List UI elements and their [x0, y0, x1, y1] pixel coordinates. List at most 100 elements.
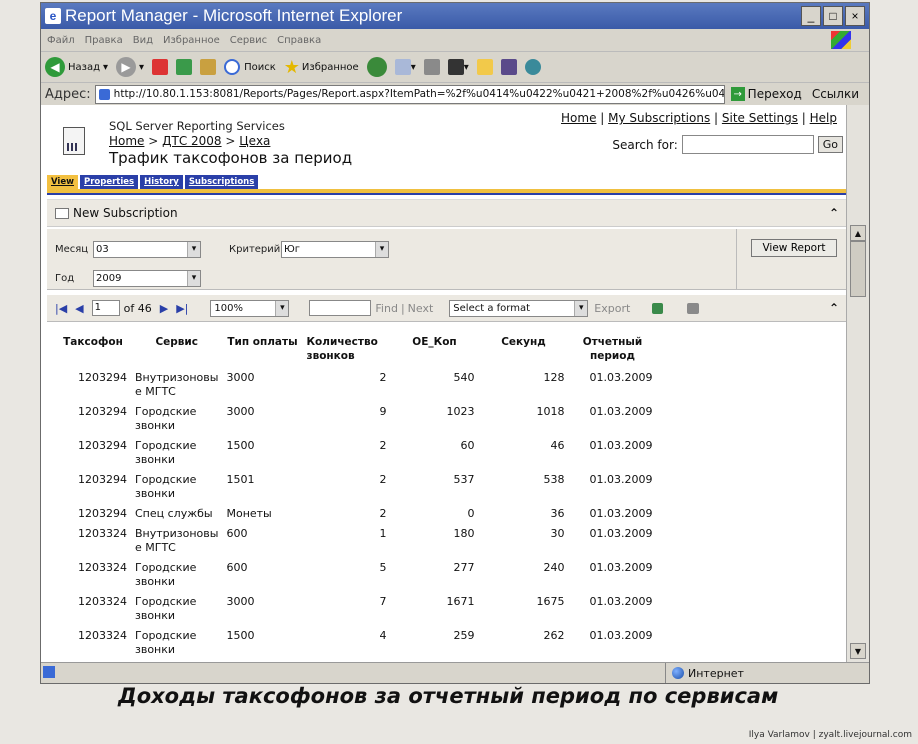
cell: 240	[543, 561, 565, 574]
menu-edit[interactable]: Правка	[85, 35, 123, 46]
refresh-report-icon[interactable]	[652, 302, 664, 314]
table-row: 1203324 Городские звонки 1500 4 259 262 …	[55, 629, 656, 663]
cell: 2	[379, 507, 387, 520]
menu-file[interactable]: Файл	[47, 35, 75, 46]
menu-favorites[interactable]: Избранное	[163, 35, 220, 46]
scroll-up-icon[interactable]: ▲	[850, 225, 866, 241]
mail-button[interactable]: ▾	[394, 59, 416, 75]
cell: 128	[543, 371, 565, 384]
cell: 01.03.2009	[589, 527, 653, 540]
tab-properties[interactable]: Properties	[79, 175, 139, 189]
tab-subscriptions[interactable]: Subscriptions	[184, 175, 259, 189]
criteria-label: Критерий	[229, 244, 281, 255]
find-link[interactable]: Find	[375, 302, 398, 315]
cell: 4	[379, 629, 387, 642]
page-status-icon	[43, 666, 55, 678]
search-input[interactable]	[681, 135, 814, 154]
stop-button[interactable]	[152, 59, 169, 75]
search-go-button[interactable]: Go	[817, 136, 843, 153]
previous-page-icon[interactable]: ◀	[75, 302, 83, 315]
close-button[interactable]: ×	[845, 6, 865, 26]
cell: 36	[550, 507, 565, 520]
tab-history[interactable]: History	[140, 175, 183, 189]
home-button[interactable]	[200, 59, 217, 75]
format-select[interactable]: Select a format	[449, 299, 589, 317]
menu-tools[interactable]: Сервис	[230, 35, 267, 46]
parameters-panel: Месяц 03 Год 2009 Критерий Юг View Repor…	[47, 229, 847, 290]
scroll-down-icon[interactable]: ▼	[850, 643, 866, 659]
back-button[interactable]: ◀ Назад ▾	[45, 57, 108, 77]
vertical-scrollbar[interactable]: ▲ ▼	[846, 105, 869, 663]
zoom-select[interactable]: 100%	[210, 299, 290, 317]
month-select[interactable]: 03	[93, 241, 201, 258]
print-button[interactable]	[423, 59, 440, 75]
collapse-parameters-icon[interactable]: ⌃	[829, 301, 839, 315]
cell: Городские звонки	[135, 629, 197, 656]
messenger-button[interactable]	[524, 59, 541, 75]
help-link[interactable]: Help	[810, 111, 837, 125]
media-button[interactable]	[366, 57, 387, 77]
table-row: 1203294 Внутризоновы е МГТС 3000 2 540 1…	[55, 371, 656, 405]
star-icon: ★	[283, 56, 300, 78]
collapse-toolbar-icon[interactable]: ⌃	[829, 206, 839, 220]
cell: 537	[453, 473, 475, 486]
col-header-service: Сервис	[155, 336, 199, 348]
edit-button[interactable]: ▾	[447, 59, 469, 75]
cell: Городские звонки	[135, 595, 197, 622]
globe-icon	[672, 667, 684, 679]
zone-label: Интернет	[688, 666, 744, 680]
refresh-button[interactable]	[176, 59, 193, 75]
notes-button[interactable]	[476, 59, 493, 75]
page-number-input[interactable]: 1	[91, 300, 120, 316]
scroll-thumb[interactable]	[850, 241, 866, 297]
criteria-select[interactable]: Юг	[281, 241, 389, 258]
cell: 01.03.2009	[589, 439, 653, 452]
refresh-icon	[176, 59, 193, 75]
title-bar: e Report Manager - Microsoft Internet Ex…	[41, 3, 869, 29]
export-link[interactable]: Export	[594, 302, 630, 315]
breadcrumb-tseha[interactable]: Цеха	[239, 134, 270, 148]
search-area: Search for: Go	[612, 135, 843, 154]
minimize-button[interactable]: _	[801, 6, 821, 26]
cell: Городские звонки	[135, 561, 197, 588]
favorites-button[interactable]: ★ Избранное	[284, 57, 359, 78]
table-row: 1203324 Внутризоновы е МГТС 600 1 180 30…	[55, 527, 656, 561]
new-subscription-link[interactable]: New Subscription	[73, 206, 178, 220]
cell: 2	[379, 439, 387, 452]
search-button[interactable]: Поиск	[224, 59, 276, 75]
research-button[interactable]	[500, 59, 517, 75]
col-header-call-count: Количество звонков	[306, 336, 378, 362]
forward-button[interactable]: ▶ ▾	[116, 57, 144, 77]
cell: 01.03.2009	[589, 561, 653, 574]
year-select[interactable]: 2009	[93, 270, 201, 287]
breadcrumb-dts[interactable]: ДТС 2008	[162, 134, 221, 148]
first-page-icon[interactable]: |◀	[55, 302, 67, 315]
menu-help[interactable]: Справка	[277, 35, 321, 46]
links-button[interactable]: Ссылки	[812, 87, 859, 101]
cell: 1203294	[78, 507, 127, 520]
cell: Городские звонки	[135, 439, 197, 466]
go-button[interactable]: → Переход	[730, 87, 802, 101]
maximize-button[interactable]: □	[823, 6, 843, 26]
home-link[interactable]: Home	[561, 111, 596, 125]
tab-strip: View Properties History Subscriptions	[47, 175, 259, 189]
my-subscriptions-link[interactable]: My Subscriptions	[608, 111, 710, 125]
report-icon	[63, 127, 85, 155]
last-page-icon[interactable]: ▶|	[176, 302, 188, 315]
address-input[interactable]: http://10.80.1.153:8081/Reports/Pages/Re…	[94, 84, 725, 104]
breadcrumb-home[interactable]: Home	[109, 134, 144, 148]
find-input[interactable]	[309, 300, 372, 316]
view-report-button[interactable]: View Report	[751, 239, 837, 257]
print-report-icon[interactable]	[687, 302, 700, 314]
col-header-period: Отчетный период	[582, 336, 643, 362]
table-row: 1203294 Городские звонки 3000 9 1023 101…	[55, 405, 656, 439]
site-settings-link[interactable]: Site Settings	[722, 111, 798, 125]
tab-view[interactable]: View	[47, 175, 78, 189]
cell: 600	[226, 527, 248, 540]
menu-view[interactable]: Вид	[133, 35, 153, 46]
research-icon	[500, 59, 517, 75]
cell: 01.03.2009	[589, 473, 653, 486]
cell: 538	[543, 473, 565, 486]
next-page-icon[interactable]: ▶	[160, 302, 168, 315]
next-link[interactable]: Next	[408, 302, 434, 315]
